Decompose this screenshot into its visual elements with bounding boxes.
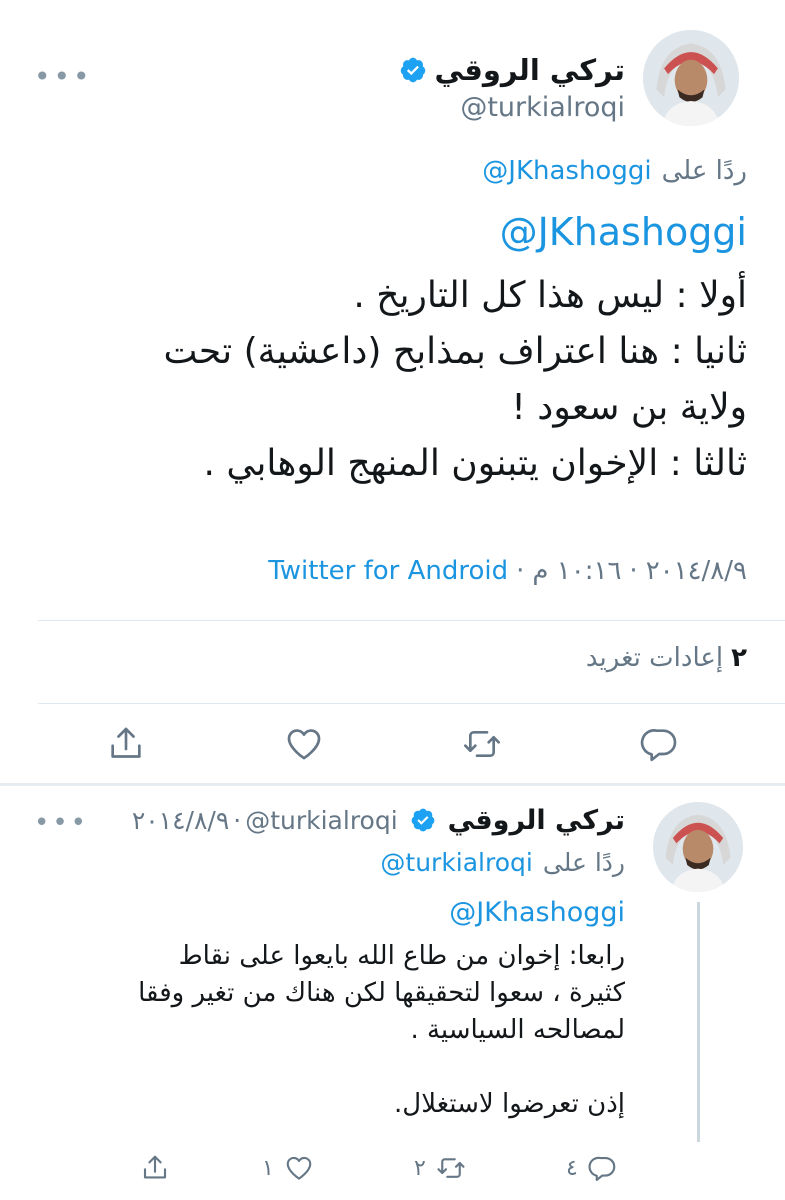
retweet-icon (464, 731, 500, 757)
divider (38, 703, 785, 704)
divider (38, 620, 785, 621)
retweets-count: ٢ (731, 643, 747, 673)
reply-count: ٤ (566, 1155, 578, 1181)
retweet-button[interactable] (460, 722, 504, 766)
reply-icon (588, 1156, 616, 1181)
retweets-stat[interactable]: ٢ إعادات تغريد (586, 643, 747, 673)
reply-icon (640, 729, 677, 762)
main-tweet: تركي الروقي @turkialroqi ••• ردًا على @J… (0, 0, 785, 785)
retweets-label: إعادات تغريد (585, 643, 724, 673)
share-icon (111, 727, 141, 758)
author-handle[interactable]: @turkialroqi (245, 806, 397, 835)
tweet-metadata: ٢٠١٤/٨/٩ · ١٠:١٦ م · Twitter for Android (268, 556, 747, 586)
thread-connector-line (697, 902, 700, 1142)
tweet-mention[interactable]: @JKhashoggi (449, 897, 625, 928)
tweet-date: ٢٠١٤/٨/٩ (645, 556, 747, 586)
tweet-line: أولا : ليس هذا كل التاريخ . (353, 275, 747, 316)
author-name[interactable]: تركي الروقي (435, 53, 625, 87)
meta-separator: · (233, 805, 242, 835)
share-button[interactable] (104, 722, 148, 766)
replying-to-handle[interactable]: @JKhashoggi (482, 156, 651, 186)
retweet-icon (437, 1158, 465, 1178)
like-icon (287, 729, 321, 760)
meta-separator: · (629, 556, 638, 586)
share-icon (143, 1155, 167, 1179)
meta-separator: · (516, 556, 525, 586)
verified-badge-icon (399, 56, 427, 84)
reply-button[interactable]: ٤ (566, 1148, 618, 1188)
thread-separator (0, 783, 785, 786)
share-button[interactable] (140, 1148, 170, 1188)
tweet-mention[interactable]: @JKhashoggi (500, 210, 747, 254)
like-button[interactable] (282, 722, 326, 766)
replying-to-handle[interactable]: @turkialroqi (380, 848, 532, 877)
author-name-row: تركي الروقي (399, 50, 625, 90)
tweet-line: ثانيا : هنا اعتراف بمذابح (داعشية) تحت (163, 331, 747, 372)
author-name[interactable]: تركي الروقي (448, 805, 625, 836)
more-icon[interactable]: ••• (34, 60, 93, 93)
tweet-line: ثالثا : الإخوان يتبنون المنهج الوهابي . (203, 443, 747, 484)
author-avatar[interactable] (653, 802, 743, 892)
tweet-line: كثيرة ، سعوا لتحقيقها لكن هناك من تغير و… (138, 978, 625, 1008)
retweet-button[interactable]: ٢ (414, 1148, 466, 1188)
more-icon[interactable]: ••• (34, 808, 89, 838)
verified-badge-icon (410, 807, 436, 833)
like-count: ١ (262, 1155, 274, 1181)
reply-button[interactable] (638, 722, 682, 766)
tweet-date[interactable]: ٢٠١٤/٨/٩ (132, 806, 229, 835)
author-handle[interactable]: @turkialroqi (460, 92, 625, 123)
tweet-text: أولا : ليس هذا كل التاريخ . ثانيا : هنا … (27, 268, 747, 492)
retweet-count: ٢ (414, 1155, 426, 1181)
tweet-source-link[interactable]: Twitter for Android (268, 556, 508, 586)
tweet-line: لمصالحه السياسية . (410, 1015, 625, 1045)
tweet-line: رابعا: إخوان من طاع الله بايعوا على نقاط (178, 941, 625, 971)
like-icon (286, 1156, 312, 1180)
replying-to: ردًا على @JKhashoggi (482, 156, 747, 186)
tweet-line: ولاية بن سعود ! (511, 387, 747, 428)
replying-to-label: ردًا على (661, 156, 747, 186)
author-avatar[interactable] (643, 30, 739, 126)
like-button[interactable]: ١ (262, 1148, 314, 1188)
tweet-line: إذن تعرضوا لاستغلال. (394, 1089, 625, 1119)
tweet-text: رابعا: إخوان من طاع الله بايعوا على نقاط… (25, 938, 625, 1123)
replying-to: ردًا على @turkialroqi (380, 848, 625, 877)
replying-to-label: ردًا على (542, 848, 625, 877)
tweet-line (25, 1049, 625, 1086)
reply-header: تركي الروقي @turkialroqi · ٢٠١٤/٨/٩ (132, 800, 625, 840)
tweet-time: ١٠:١٦ م (532, 556, 622, 586)
